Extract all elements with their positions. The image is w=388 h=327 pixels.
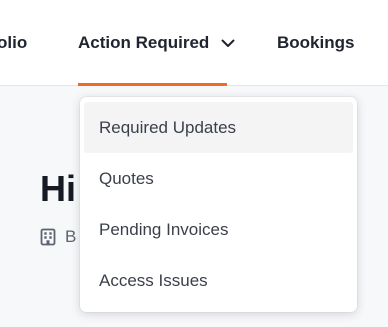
menu-item-pending-invoices[interactable]: Pending Invoices (84, 204, 353, 255)
page-subtitle: B (40, 227, 76, 247)
chevron-down-icon (221, 39, 235, 48)
action-required-dropdown: Required Updates Quotes Pending Invoices… (80, 97, 357, 312)
page-title: Hi (40, 168, 76, 209)
building-icon (40, 228, 56, 246)
nav-item-action-required[interactable]: Action Required (78, 0, 235, 86)
menu-item-required-updates[interactable]: Required Updates (84, 102, 353, 153)
nav-item-label: Action Required (78, 33, 210, 52)
nav-item-label: Bookings (277, 33, 355, 52)
nav-item-portfolio[interactable]: olio (0, 0, 27, 86)
menu-item-access-issues[interactable]: Access Issues (84, 255, 353, 306)
menu-item-quotes[interactable]: Quotes (84, 153, 353, 204)
nav-item-bookings[interactable]: Bookings (277, 0, 354, 86)
active-tab-indicator (78, 83, 227, 86)
page-subtitle-text: B (65, 227, 77, 246)
nav-item-label: olio (0, 33, 28, 52)
top-navigation: olio Action Required Bookings (0, 0, 388, 86)
